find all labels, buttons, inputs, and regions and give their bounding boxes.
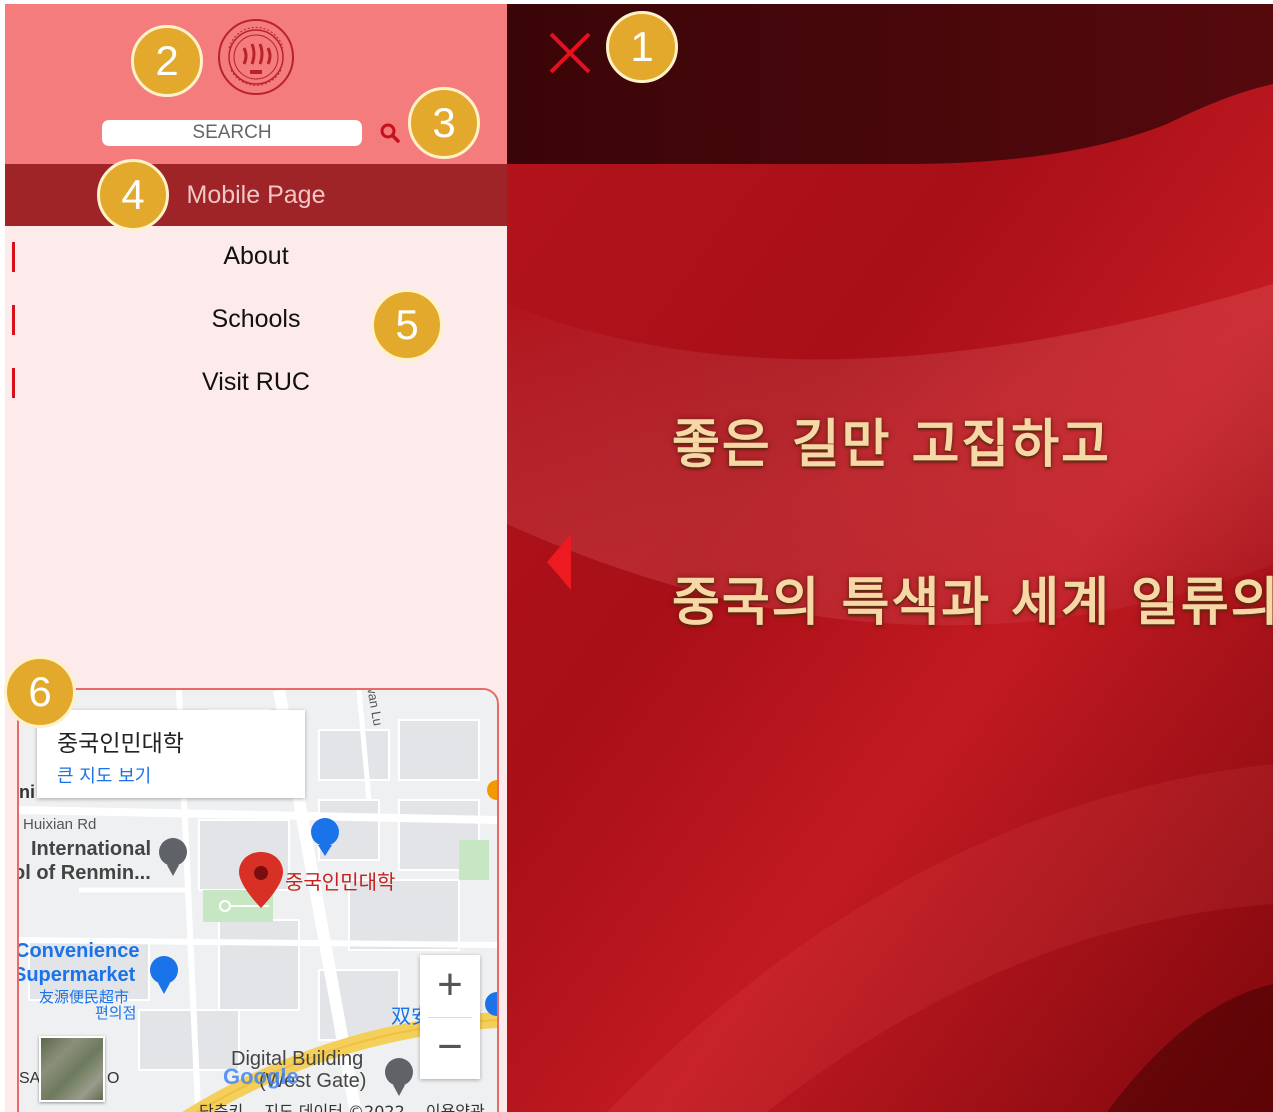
annotation-badge-6: 6 — [4, 656, 76, 728]
map-label: O — [107, 1070, 120, 1087]
embedded-map[interactable]: ni iwan Lu Huixian Rd International ol o… — [17, 688, 499, 1112]
map-zoom-controls: + − — [420, 955, 480, 1079]
mobile-page-bar: Mobile Page — [5, 164, 507, 226]
google-logo: Google — [223, 1064, 299, 1089]
map-label: 편의점 — [95, 1004, 137, 1022]
map-place-card: 중국인민대학 큰 지도 보기 — [37, 710, 305, 798]
annotation-badge-1: 1 — [606, 11, 678, 83]
hero-slide — [507, 4, 1273, 1112]
annotation-badge-3: 3 — [408, 87, 480, 159]
map-footer: 단축키 지도 데이터 ©2022 이용약관 — [199, 1098, 497, 1112]
zoom-in-label: + — [437, 960, 463, 1009]
nav-item-about[interactable]: About — [5, 234, 507, 278]
slogan-line-2: 중국의 특색과 세계 일류의 — [672, 572, 1273, 633]
map-label: International — [31, 838, 152, 860]
place-card-title: 중국인민대학 — [57, 731, 184, 757]
map-label: ol of Renmin... — [17, 862, 151, 884]
view-larger-map-link[interactable]: 큰 지도 보기 — [57, 762, 151, 788]
slogan-line-1: 좋은 길만 고집하고 — [672, 414, 1111, 475]
side-menu-panel: Mobile Page About Schools Visit RUC — [5, 4, 507, 1112]
map-label: Convenience — [17, 940, 140, 962]
map-data-attribution: 지도 데이터 ©2022 — [264, 1102, 405, 1112]
map-label: Huixian Rd — [23, 816, 97, 833]
nav-item-label: About — [223, 242, 289, 270]
zoom-out-button[interactable]: − — [420, 1017, 480, 1079]
mobile-page-link[interactable]: Mobile Page — [5, 164, 507, 226]
search-input[interactable] — [102, 120, 362, 146]
annotation-badge-5: 5 — [371, 289, 443, 361]
red-flag-background — [507, 4, 1273, 1112]
search-icon[interactable] — [375, 118, 405, 148]
terms-link[interactable]: 이용약관 — [426, 1102, 485, 1112]
keyboard-shortcuts-link[interactable]: 단축키 — [199, 1102, 243, 1112]
map-pin-label: 중국인민대학 — [285, 870, 396, 894]
nav-item-label: Visit RUC — [202, 368, 310, 396]
zoom-out-label: − — [437, 1022, 463, 1071]
map-label: SA — [19, 1070, 41, 1087]
map-label: Supermarket — [17, 964, 136, 986]
university-seal-icon[interactable] — [217, 18, 295, 96]
annotation-badge-2: 2 — [131, 25, 203, 97]
map-label: ni — [19, 782, 35, 802]
nav-item-visit-ruc[interactable]: Visit RUC — [5, 360, 507, 404]
chevron-left-icon[interactable] — [545, 532, 575, 592]
satellite-view-toggle[interactable] — [39, 1036, 105, 1102]
close-icon[interactable] — [547, 30, 593, 76]
zoom-in-button[interactable]: + — [420, 955, 480, 1017]
annotation-badge-4: 4 — [97, 159, 169, 231]
